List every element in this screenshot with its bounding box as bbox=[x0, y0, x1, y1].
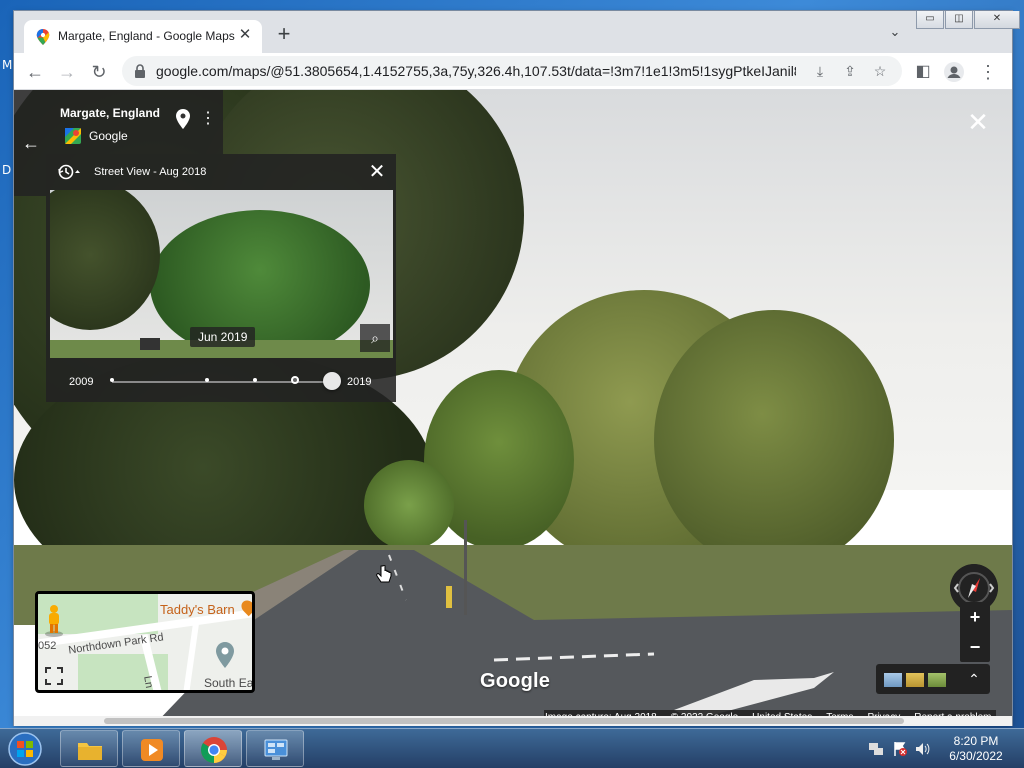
reload-icon[interactable]: ↻ bbox=[87, 60, 111, 84]
expand-layers-icon[interactable]: ⌃ bbox=[964, 669, 984, 689]
google-maps-favicon-icon bbox=[36, 29, 50, 45]
google-maps-logo-icon bbox=[65, 128, 81, 144]
preview-date-badge: Jun 2019 bbox=[190, 327, 256, 347]
expand-map-icon[interactable] bbox=[44, 666, 64, 686]
new-tab-icon[interactable]: + bbox=[272, 23, 296, 47]
location-pin-icon[interactable] bbox=[216, 642, 234, 668]
zoom-preview-icon[interactable]: ⌕ bbox=[360, 324, 390, 352]
minimap-road bbox=[183, 623, 199, 690]
chrome-icon bbox=[200, 737, 227, 763]
time-travel-label: Street View - Aug 2018 bbox=[94, 166, 207, 178]
layer-thumbnail[interactable] bbox=[928, 673, 946, 687]
history-clock-icon[interactable] bbox=[56, 163, 80, 181]
lock-icon[interactable] bbox=[134, 64, 146, 78]
time-slider-track[interactable] bbox=[112, 381, 332, 383]
imagery-layers-control[interactable]: ⌃ bbox=[876, 664, 990, 694]
slider-end-year: 2019 bbox=[347, 376, 372, 388]
preview-tree bbox=[150, 210, 370, 358]
time-slider-point[interactable] bbox=[290, 376, 299, 384]
place-title[interactable]: Margate, England bbox=[60, 106, 160, 120]
time-travel-preview-image[interactable]: Jun 2019 ⌕ bbox=[50, 190, 393, 358]
system-clock[interactable]: 8:20 PM 6/30/2022 bbox=[936, 734, 1016, 764]
horizontal-scrollbar[interactable] bbox=[14, 716, 1012, 726]
time-slider-point[interactable] bbox=[204, 378, 209, 382]
taskbar-chrome[interactable] bbox=[184, 730, 242, 767]
back-arrow-icon[interactable]: ← bbox=[23, 60, 47, 84]
minimap-lane-label: Ln bbox=[141, 674, 156, 690]
back-arrow-icon[interactable]: ← bbox=[22, 134, 40, 152]
start-button-icon[interactable] bbox=[4, 730, 46, 768]
time-travel-panel: Street View - Aug 2018 ✕ Jun 2019 ⌕ 2009… bbox=[46, 154, 396, 402]
bookmark-star-icon[interactable]: ☆ bbox=[870, 61, 890, 81]
bollard bbox=[446, 586, 452, 608]
taskbar-control-panel[interactable] bbox=[246, 730, 304, 767]
street-view-canvas[interactable]: Google ✕ ← Margate, England Google ⋮ Str… bbox=[14, 90, 1012, 725]
slider-start-year: 2009 bbox=[69, 376, 94, 388]
google-watermark: Google bbox=[480, 670, 551, 692]
address-bar[interactable]: google.com/maps/@51.3805654,1.4152755,3a… bbox=[122, 56, 902, 86]
scrollbar-thumb[interactable] bbox=[104, 718, 904, 724]
profile-avatar-icon[interactable] bbox=[944, 62, 964, 82]
taskbar-explorer[interactable] bbox=[60, 730, 118, 767]
clock-date: 6/30/2022 bbox=[949, 749, 1003, 763]
browser-toolbar: ← → ↻ google.com/maps/@51.3805654,1.4152… bbox=[14, 53, 1012, 90]
tab-google-maps[interactable]: Margate, England - Google Maps ✕ bbox=[24, 20, 262, 53]
layer-thumbnail[interactable] bbox=[906, 673, 924, 687]
more-menu-icon[interactable]: ⋮ bbox=[976, 60, 1000, 84]
more-options-icon[interactable]: ⋮ bbox=[200, 108, 216, 130]
close-street-view-icon[interactable]: ✕ bbox=[966, 109, 990, 135]
close-window-button[interactable]: ✕ bbox=[974, 11, 1020, 29]
back-button[interactable]: ← bbox=[14, 90, 46, 196]
side-panel-icon[interactable]: ◧ bbox=[911, 60, 935, 84]
forward-arrow-icon[interactable]: → bbox=[55, 60, 79, 84]
hand-cursor-icon bbox=[376, 565, 392, 583]
minimap-number-label: 052 bbox=[38, 640, 57, 652]
control-panel-icon bbox=[264, 739, 288, 760]
place-header-card bbox=[46, 90, 223, 154]
folder-icon bbox=[78, 743, 102, 760]
minimap-poi-label[interactable]: Taddy's Barn bbox=[160, 602, 235, 617]
desktop-icon-label[interactable]: M bbox=[2, 58, 12, 72]
minimap-area-label: South Ea bbox=[204, 676, 254, 690]
volume-icon[interactable] bbox=[914, 741, 930, 757]
preview-tree bbox=[50, 190, 160, 330]
time-slider-thumb[interactable] bbox=[323, 372, 341, 390]
window-controls: ▭ ◫ ✕ bbox=[916, 11, 1020, 29]
preview-car bbox=[140, 338, 160, 350]
browser-window: Margate, England - Google Maps ✕ + ⌄ ▭ ◫… bbox=[14, 11, 1020, 725]
taskbar-media-player[interactable] bbox=[122, 730, 180, 767]
maximize-button[interactable]: ◫ bbox=[945, 11, 973, 29]
desktop-icon-label[interactable]: D bbox=[2, 163, 11, 177]
zoom-in-button[interactable]: + bbox=[960, 602, 990, 632]
close-tab-icon[interactable]: ✕ bbox=[236, 26, 254, 44]
url-text[interactable]: google.com/maps/@51.3805654,1.4152755,3a… bbox=[156, 63, 796, 79]
chevron-down-icon[interactable]: ⌄ bbox=[886, 24, 904, 42]
close-time-travel-icon[interactable]: ✕ bbox=[366, 161, 388, 183]
time-slider-point[interactable] bbox=[110, 378, 114, 382]
tab-strip: Margate, England - Google Maps ✕ + ⌄ ▭ ◫… bbox=[14, 11, 1020, 53]
tab-title: Margate, England - Google Maps bbox=[58, 29, 235, 43]
action-center-flag-icon[interactable] bbox=[892, 741, 908, 757]
minimize-button[interactable]: ▭ bbox=[916, 11, 944, 29]
zoom-out-button[interactable]: − bbox=[960, 632, 990, 662]
media-player-icon bbox=[141, 739, 163, 761]
install-app-icon[interactable]: ⤓ bbox=[810, 61, 830, 81]
attribution-label: Google bbox=[89, 129, 128, 143]
zoom-controls: + − bbox=[960, 602, 990, 662]
pegman-icon[interactable] bbox=[44, 604, 64, 638]
minimap[interactable]: Taddy's Barn Northdown Park Rd 052 Ln So… bbox=[35, 591, 255, 693]
layer-thumbnail[interactable] bbox=[884, 673, 902, 687]
time-slider-point[interactable] bbox=[253, 378, 257, 382]
share-icon[interactable]: ⇪ bbox=[840, 61, 860, 81]
taskbar: 8:20 PM 6/30/2022 bbox=[0, 728, 1024, 768]
clock-time: 8:20 PM bbox=[953, 734, 999, 748]
map-pin-icon[interactable] bbox=[176, 109, 190, 129]
network-icon[interactable] bbox=[868, 741, 884, 757]
sign-post bbox=[464, 520, 467, 615]
